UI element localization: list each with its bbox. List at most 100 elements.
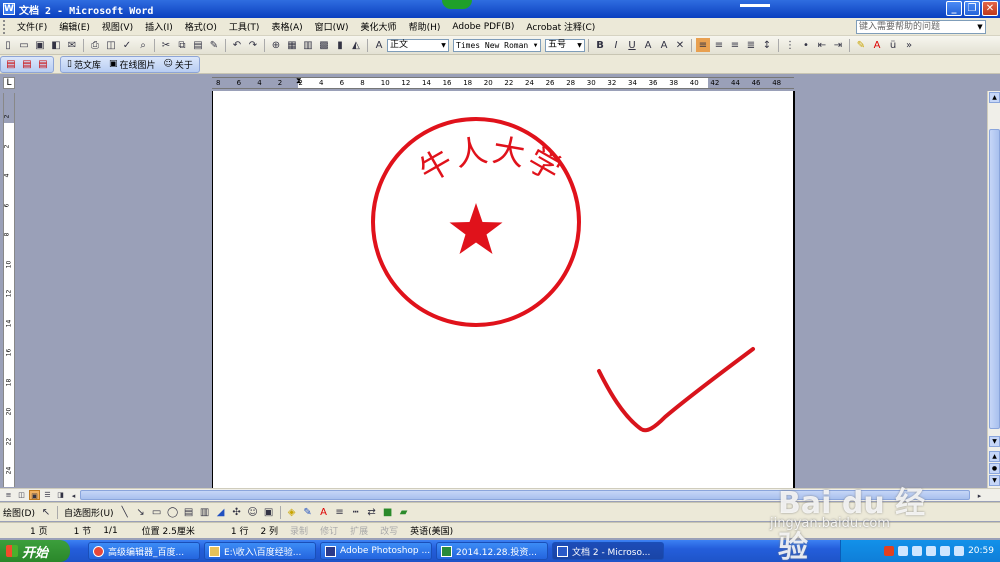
format-painter-icon[interactable]: ✎ — [207, 38, 221, 52]
increase-indent-icon[interactable]: ⇥ — [831, 38, 845, 52]
select-browse-object-button[interactable]: ● — [989, 463, 1000, 474]
drawing-icon[interactable]: ◭ — [349, 38, 363, 52]
about-button[interactable]: ☺ 关于 — [160, 58, 197, 71]
redo-icon[interactable]: ↷ — [246, 38, 260, 52]
tray-update-icon[interactable] — [954, 546, 965, 556]
cut-icon[interactable]: ✂ — [159, 38, 173, 52]
diagram-icon[interactable]: ✣ — [230, 505, 244, 519]
line-color-icon[interactable]: ✎ — [301, 505, 315, 519]
clock[interactable]: 20:59 — [968, 546, 994, 556]
status-language[interactable]: 英语(美国) — [404, 524, 459, 537]
convert-pdf-icon[interactable]: ▤ — [4, 57, 18, 71]
wordart-icon[interactable]: ◢ — [214, 505, 228, 519]
undo-icon[interactable]: ↶ — [230, 38, 244, 52]
draw-menu-button[interactable]: 绘图(D) — [0, 506, 38, 519]
select-objects-icon[interactable]: ↖ — [39, 505, 53, 519]
start-button[interactable]: 开始 — [0, 540, 70, 562]
horizontal-scrollbar[interactable]: ◂ ▸ — [70, 490, 986, 500]
vertical-scrollbar[interactable]: ▲ ▼ ▲ ● ▼ — [987, 91, 1000, 488]
bold-button[interactable]: B — [593, 38, 607, 52]
menu-file[interactable]: 文件(F) — [11, 20, 53, 33]
minimize-button[interactable]: _ — [946, 1, 962, 16]
horizontal-ruler[interactable]: 8 6 4 2 2 4 6 8 10 12 14 16 18 20 22 24 26 28 30 32 34 36 38 40… — [212, 77, 794, 89]
vertical-scroll-thumb[interactable] — [989, 129, 1000, 429]
dash-style-icon[interactable]: ┅ — [349, 505, 363, 519]
scroll-left-button[interactable]: ◂ — [68, 491, 79, 501]
menu-tools[interactable]: 工具(T) — [223, 20, 266, 33]
task-photoshop[interactable]: Adobe Photoshop ... — [320, 542, 432, 560]
task-explorer[interactable]: E:\收入\百度经验... — [204, 542, 316, 560]
fill-color-icon[interactable]: ◈ — [285, 505, 299, 519]
menu-grip[interactable] — [3, 19, 7, 34]
char-border-icon[interactable]: A — [641, 38, 655, 52]
seal-text[interactable]: 牛人大学 — [413, 131, 570, 190]
online-image-button[interactable]: ▣ 在线图片 — [105, 58, 160, 71]
reading-view-icon[interactable]: ◨ — [55, 490, 66, 500]
columns-icon[interactable]: ▮ — [333, 38, 347, 52]
save-icon[interactable]: ▣ — [33, 38, 47, 52]
hyperlink-icon[interactable]: ⊕ — [269, 38, 283, 52]
align-center-icon[interactable]: ≡ — [712, 38, 726, 52]
task-browser[interactable]: 高级编辑器_百度... — [88, 542, 200, 560]
picture-icon[interactable]: ▣ — [262, 505, 276, 519]
tray-sound-icon[interactable] — [926, 546, 937, 556]
print-layout-icon[interactable]: ▣ — [29, 490, 40, 500]
help-search-input[interactable]: 键入需要帮助的问题 ▼ — [856, 20, 986, 34]
open-folder-icon[interactable]: ▭ — [17, 38, 31, 52]
print-preview-icon[interactable]: ◫ — [104, 38, 118, 52]
word-app-icon[interactable]: W — [3, 3, 15, 15]
scroll-right-button[interactable]: ▸ — [974, 491, 985, 501]
tables-borders-icon[interactable]: ▦ — [285, 38, 299, 52]
numbering-icon[interactable]: ⋮ — [783, 38, 797, 52]
restore-button[interactable]: ❐ — [964, 1, 980, 16]
research-icon[interactable]: ⌕ — [136, 38, 150, 52]
menu-acrobat-comments[interactable]: Acrobat 注释(C) — [520, 20, 601, 33]
3d-style-icon[interactable]: ▰ — [397, 505, 411, 519]
decrease-indent-icon[interactable]: ⇤ — [815, 38, 829, 52]
status-overtype[interactable]: 改写 — [374, 524, 404, 537]
previous-page-button[interactable]: ▲ — [989, 451, 1000, 462]
rectangle-tool-icon[interactable]: ▭ — [150, 505, 164, 519]
chevron-down-icon[interactable]: ▼ — [439, 40, 448, 51]
bullets-icon[interactable]: • — [799, 38, 813, 52]
menu-view[interactable]: 视图(V) — [96, 20, 139, 33]
italic-button[interactable]: I — [609, 38, 623, 52]
styles-icon[interactable]: A — [372, 38, 386, 52]
fanwenku-button[interactable]: ▯ 范文库 — [63, 58, 105, 71]
menu-format[interactable]: 格式(O) — [179, 20, 223, 33]
spelling-icon[interactable]: ✓ — [120, 38, 134, 52]
task-excel[interactable]: 2014.12.28.投资... — [436, 542, 548, 560]
close-button[interactable]: ✕ — [982, 1, 998, 16]
arrow-style-icon[interactable]: ⇄ — [365, 505, 379, 519]
char-scale-icon[interactable]: ✕ — [673, 38, 687, 52]
tray-network-icon[interactable] — [898, 546, 909, 556]
scroll-up-button[interactable]: ▲ — [989, 92, 1000, 103]
new-doc-icon[interactable]: ▯ — [1, 38, 15, 52]
permission-icon[interactable]: ◧ — [49, 38, 63, 52]
next-page-button[interactable]: ▼ — [989, 475, 1000, 486]
style-select[interactable]: 正文 ▼ — [387, 38, 449, 52]
tray-app-icon[interactable] — [884, 546, 895, 556]
tray-ime-icon[interactable] — [940, 546, 951, 556]
align-right-icon[interactable]: ≡ — [728, 38, 742, 52]
arrow-tool-icon[interactable]: ↘ — [134, 505, 148, 519]
outline-view-icon[interactable]: ☰ — [42, 490, 53, 500]
chevron-down-icon[interactable]: ▼ — [575, 40, 584, 51]
copy-icon[interactable]: ⧉ — [175, 38, 189, 52]
line-tool-icon[interactable]: ╲ — [118, 505, 132, 519]
document-page[interactable]: 牛人大学 — [212, 91, 795, 488]
print-icon[interactable]: ⎙ — [88, 38, 102, 52]
char-shading-icon[interactable]: A — [657, 38, 671, 52]
paste-icon[interactable]: ▤ — [191, 38, 205, 52]
chevron-down-icon[interactable]: ▼ — [531, 40, 540, 51]
menu-meihua[interactable]: 美化大师 — [355, 20, 403, 33]
font-size-select[interactable]: 五号 ▼ — [545, 38, 585, 52]
shadow-style-icon[interactable]: ■ — [381, 505, 395, 519]
autoshapes-button[interactable]: 自选图形(U) — [61, 506, 117, 519]
menu-insert[interactable]: 插入(I) — [139, 20, 179, 33]
menu-adobe-pdf[interactable]: Adobe PDF(B) — [446, 22, 520, 32]
underline-button[interactable]: U — [625, 38, 639, 52]
indent-marker[interactable]: ⧗ — [296, 77, 302, 85]
line-style-icon[interactable]: ≡ — [333, 505, 347, 519]
justify-icon[interactable]: ≣ — [744, 38, 758, 52]
